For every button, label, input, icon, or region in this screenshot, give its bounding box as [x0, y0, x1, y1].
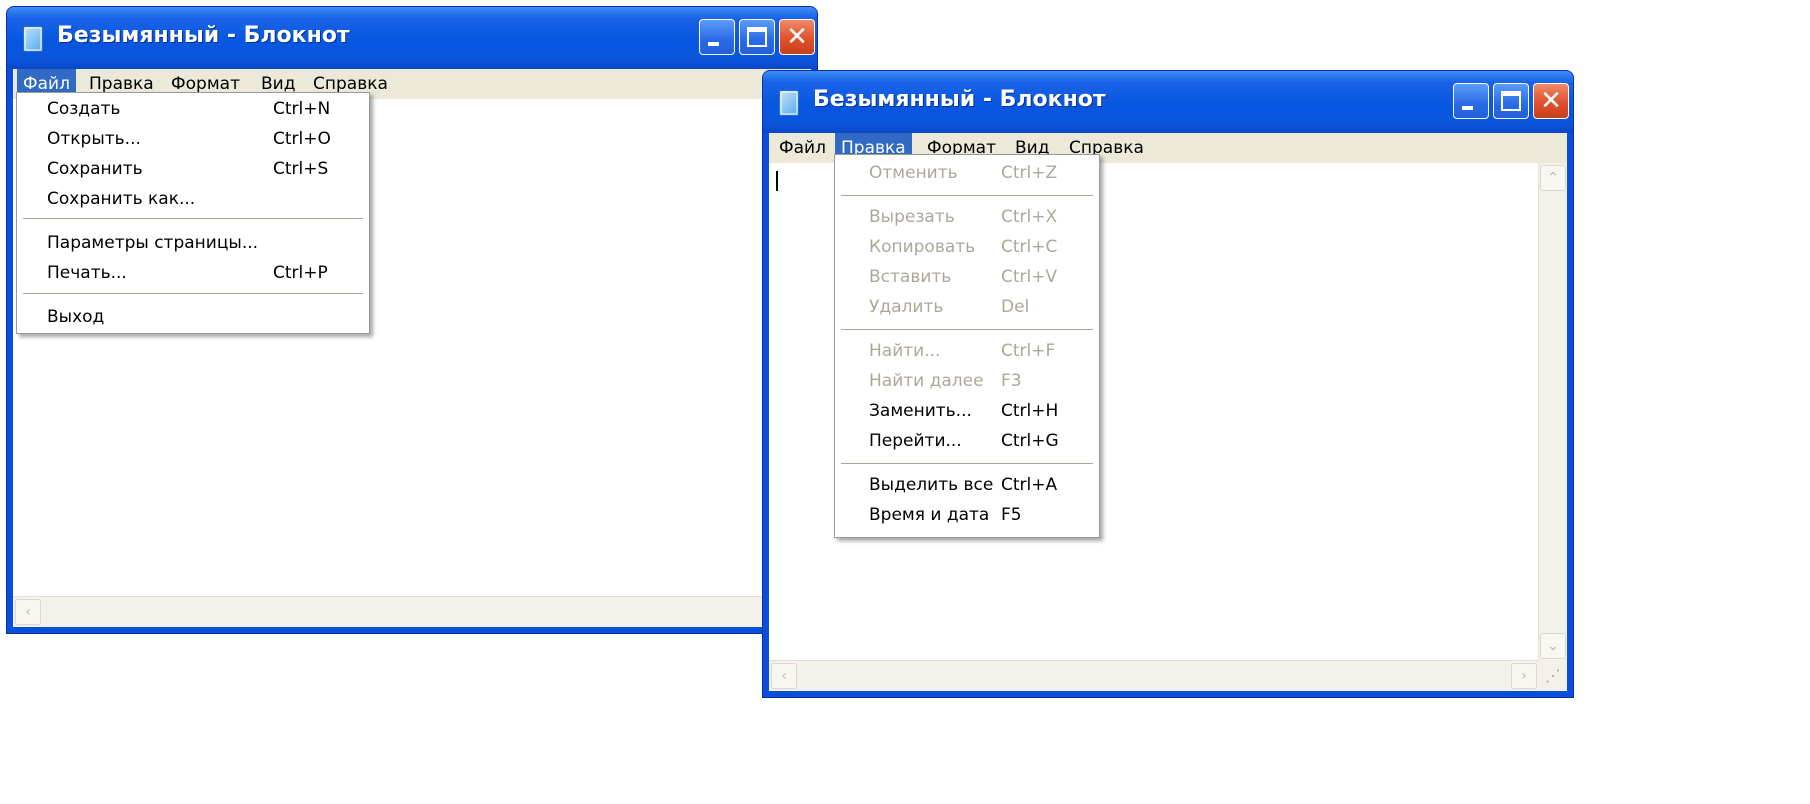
menu-item-find-next[interactable]: Найти далее F3 — [835, 367, 1099, 397]
notepad-icon — [779, 90, 799, 116]
menu-item-find[interactable]: Найти... Ctrl+F — [835, 337, 1099, 367]
close-button[interactable]: ✕ — [779, 19, 815, 55]
maximize-icon — [1501, 91, 1521, 111]
maximize-button[interactable] — [739, 19, 775, 55]
menu-item-copy[interactable]: Копировать Ctrl+C — [835, 233, 1099, 263]
menu-separator — [841, 463, 1093, 464]
close-icon: ✕ — [1540, 86, 1562, 116]
minimize-button[interactable] — [699, 19, 735, 55]
maximize-icon — [747, 27, 767, 47]
edit-dropdown-menu: Отменить Ctrl+Z Вырезать Ctrl+X Копирова… — [834, 154, 1100, 538]
maximize-button[interactable] — [1493, 83, 1529, 119]
window-title: Безымянный - Блокнот — [813, 87, 1106, 112]
menu-file[interactable]: Файл — [773, 133, 832, 163]
notepad-icon — [23, 26, 43, 52]
file-dropdown-menu: Создать Ctrl+N Открыть... Ctrl+O Сохрани… — [16, 92, 370, 334]
menu-item-go-to[interactable]: Перейти... Ctrl+G — [835, 427, 1099, 457]
resize-grip[interactable]: ⋰ — [1539, 661, 1567, 691]
minimize-icon — [1462, 106, 1473, 110]
scroll-down-button[interactable]: ⌄ — [1540, 633, 1566, 659]
menu-separator — [23, 218, 363, 219]
scroll-left-button[interactable]: ‹ — [15, 599, 41, 625]
title-bar[interactable]: Безымянный - Блокнот ✕ — [763, 71, 1573, 133]
menu-item-open[interactable]: Открыть... Ctrl+O — [17, 125, 369, 155]
menu-separator — [23, 293, 363, 294]
menu-item-save-as[interactable]: Сохранить как... — [17, 185, 369, 215]
menu-item-undo[interactable]: Отменить Ctrl+Z — [835, 159, 1099, 189]
vertical-scrollbar[interactable]: ⌃ ⌄ — [1538, 163, 1567, 661]
menu-item-replace[interactable]: Заменить... Ctrl+H — [835, 397, 1099, 427]
menu-separator — [841, 329, 1093, 330]
menu-item-select-all[interactable]: Выделить все Ctrl+A — [835, 471, 1099, 501]
menu-item-exit[interactable]: Выход — [17, 303, 369, 333]
scroll-up-button[interactable]: ⌃ — [1540, 165, 1566, 191]
menu-item-cut[interactable]: Вырезать Ctrl+X — [835, 203, 1099, 233]
menu-item-page-setup[interactable]: Параметры страницы... — [17, 229, 369, 259]
minimize-icon — [708, 42, 719, 46]
menu-item-save[interactable]: Сохранить Ctrl+S — [17, 155, 369, 185]
close-icon: ✕ — [786, 22, 808, 52]
menu-separator — [841, 195, 1093, 196]
menu-item-delete[interactable]: Удалить Del — [835, 293, 1099, 323]
text-caret — [776, 171, 778, 191]
menu-item-time-date[interactable]: Время и дата F5 — [835, 501, 1099, 531]
window-title: Безымянный - Блокнот — [57, 23, 350, 48]
title-bar[interactable]: Безымянный - Блокнот ✕ — [7, 7, 817, 69]
menu-item-print[interactable]: Печать... Ctrl+P — [17, 259, 369, 289]
menu-item-new[interactable]: Создать Ctrl+N — [17, 95, 369, 125]
close-button[interactable]: ✕ — [1533, 83, 1569, 119]
horizontal-scrollbar[interactable]: ‹ — [13, 596, 811, 627]
scroll-right-button[interactable]: › — [1511, 663, 1537, 689]
menu-item-paste[interactable]: Вставить Ctrl+V — [835, 263, 1099, 293]
horizontal-scrollbar[interactable]: ‹ › — [769, 660, 1539, 691]
scroll-left-button[interactable]: ‹ — [771, 663, 797, 689]
minimize-button[interactable] — [1453, 83, 1489, 119]
